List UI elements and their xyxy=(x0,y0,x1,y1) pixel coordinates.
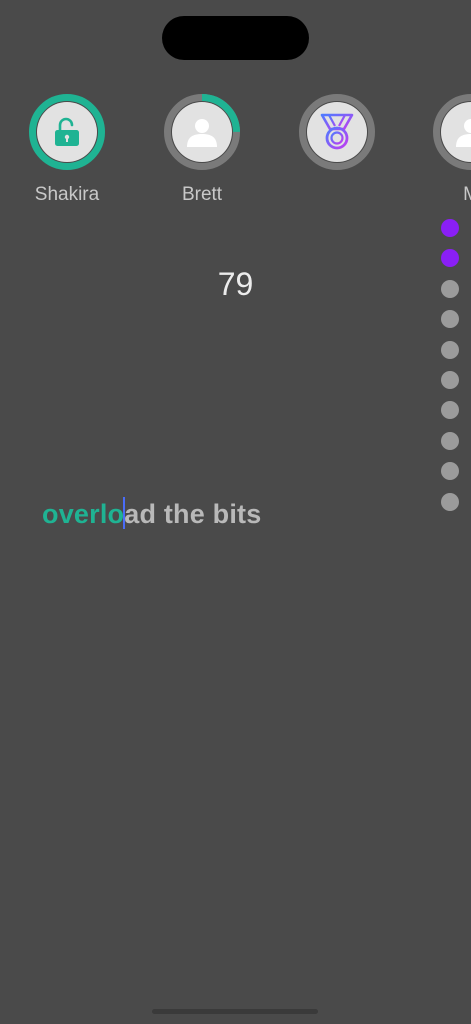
home-indicator[interactable] xyxy=(152,1009,318,1014)
progress-dot-complete xyxy=(441,249,459,268)
unlocked-lock-icon xyxy=(55,117,79,146)
typing-phrase[interactable]: overload the bits xyxy=(42,497,261,530)
avatar xyxy=(307,102,367,162)
player-shakira[interactable]: Shakira xyxy=(7,94,127,206)
user-icon xyxy=(187,119,217,147)
typing-race-screen: Shakira Brett M 79 overload the bits xyxy=(0,0,471,1024)
dynamic-island xyxy=(162,16,309,60)
avatar xyxy=(37,102,97,162)
remaining-text: ad the bits xyxy=(124,499,262,529)
player-avatars-row: Shakira Brett M xyxy=(0,94,471,214)
player-progress-ring xyxy=(29,94,105,170)
progress-dot-pending xyxy=(441,310,459,329)
player-name: M xyxy=(463,184,471,205)
medal-icon xyxy=(320,113,354,150)
progress-dot-pending xyxy=(441,340,459,359)
player-progress-ring xyxy=(164,94,240,170)
avatar xyxy=(172,102,232,162)
player-progress-ring xyxy=(433,94,471,170)
player-brett[interactable]: Brett xyxy=(142,94,262,206)
typed-text: overlo xyxy=(42,499,125,529)
progress-dot-pending xyxy=(441,370,459,389)
progress-dots xyxy=(441,219,459,523)
score-counter: 79 xyxy=(217,266,254,302)
progress-dot-pending xyxy=(441,492,459,511)
progress-dot-pending xyxy=(441,279,459,298)
player-medal[interactable] xyxy=(277,94,397,184)
progress-dot-pending xyxy=(441,462,459,481)
player-m[interactable]: M xyxy=(411,94,471,206)
player-name: Brett xyxy=(181,184,223,205)
player-progress-ring xyxy=(299,94,375,170)
player-name: Shakira xyxy=(34,184,100,205)
progress-dot-pending xyxy=(441,431,459,450)
user-icon xyxy=(456,119,471,147)
progress-dot-pending xyxy=(441,401,459,420)
progress-dot-complete xyxy=(441,219,459,237)
